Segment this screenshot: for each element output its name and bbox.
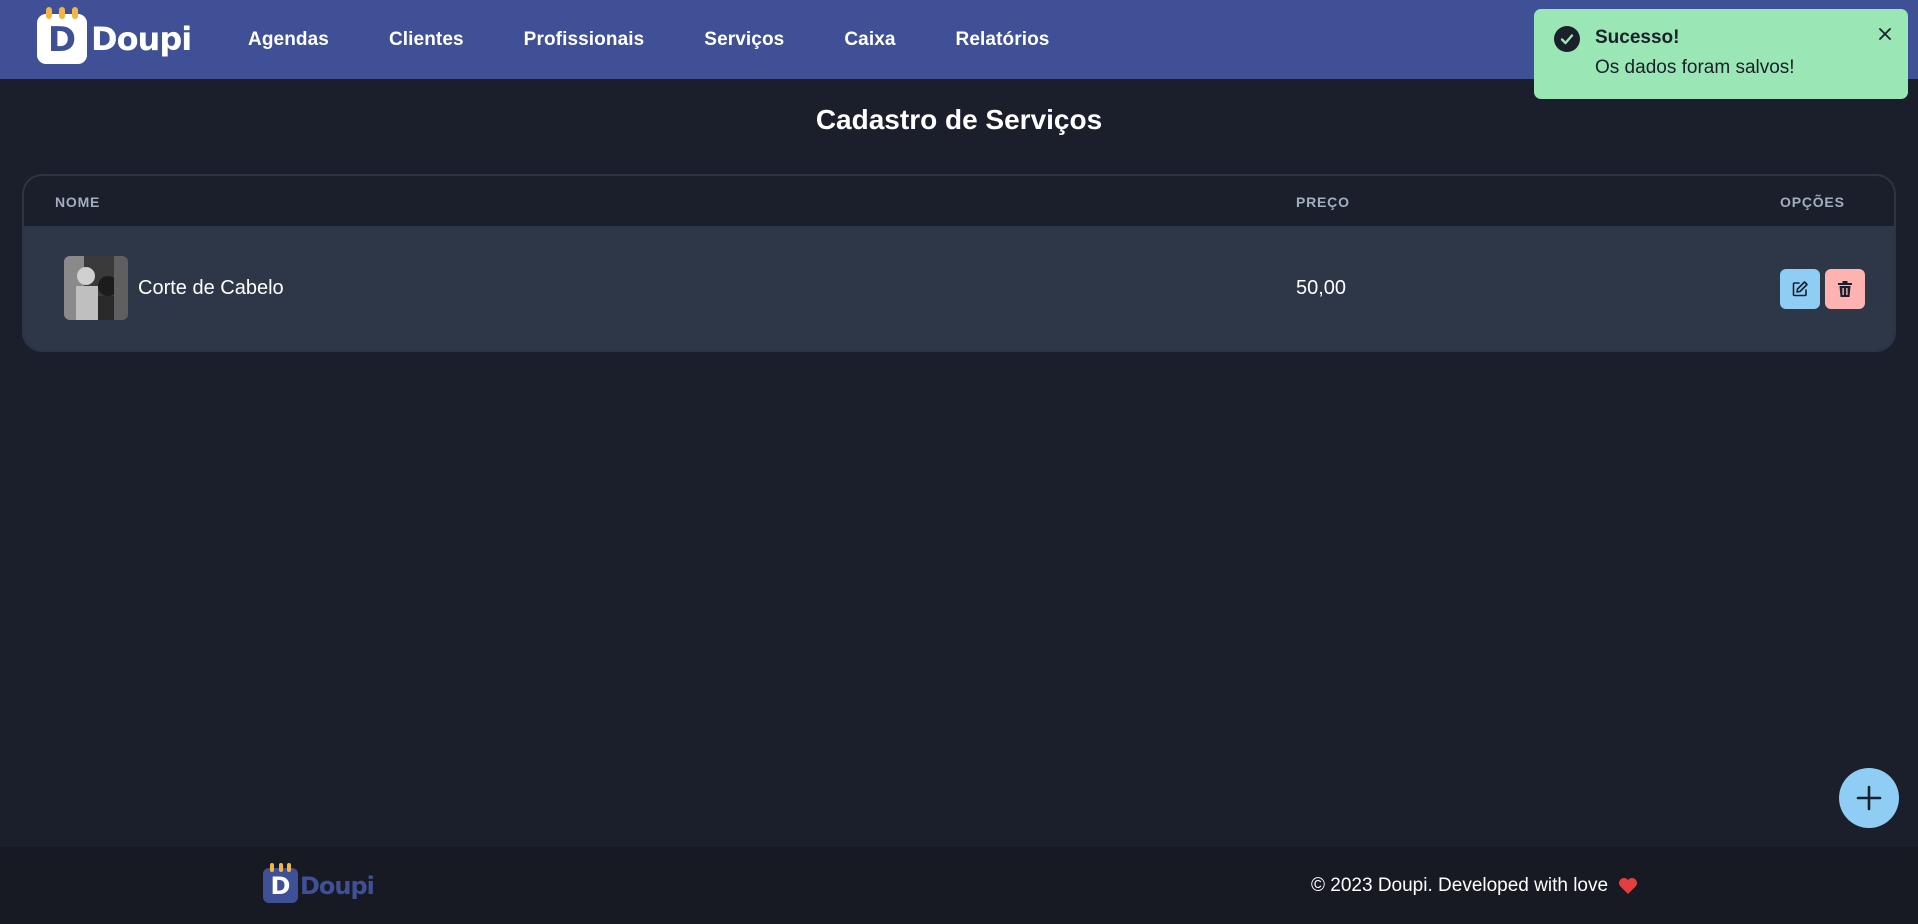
brand-logo[interactable]: D Doupi <box>37 7 192 65</box>
table-row[interactable]: Corte de Cabelo 50,00 <box>24 226 1894 350</box>
services-table: NOME PREÇO OPÇÕES Corte de Cabelo 50,00 <box>22 174 1896 352</box>
close-icon[interactable] <box>1872 21 1898 47</box>
success-toast: Sucesso! Os dados foram salvos! <box>1534 9 1908 99</box>
service-name: Corte de Cabelo <box>138 277 284 299</box>
nav-item-agendas[interactable]: Agendas <box>248 29 329 51</box>
plus-icon <box>1856 785 1882 811</box>
service-thumbnail <box>64 256 128 320</box>
toast-description: Os dados foram salvos! <box>1595 57 1795 78</box>
heart-icon <box>1618 877 1638 895</box>
trash-icon <box>1838 281 1852 297</box>
copyright-text: © 2023 Doupi. Developed with love <box>1311 875 1638 897</box>
brand-name: Doupi <box>91 20 192 58</box>
nav-links: Agendas Clientes Profissionais Serviços … <box>248 0 1109 79</box>
calendar-logo-icon: D <box>37 7 87 64</box>
nav-item-clientes[interactable]: Clientes <box>389 29 464 51</box>
footer-brand-name: Doupi <box>300 871 375 900</box>
edit-button[interactable] <box>1780 269 1820 309</box>
service-price: 50,00 <box>1296 277 1347 299</box>
toast-title: Sucesso! <box>1595 27 1680 48</box>
footer: D Doupi © 2023 Doupi. Developed with lov… <box>0 847 1918 924</box>
column-header-price: PREÇO <box>1296 194 1350 210</box>
page-title: Cadastro de Serviços <box>815 104 1103 135</box>
check-circle-icon <box>1554 26 1580 52</box>
column-header-options: OPÇÕES <box>1780 194 1845 210</box>
nav-item-profissionais[interactable]: Profissionais <box>524 29 645 51</box>
nav-item-servicos[interactable]: Serviços <box>704 29 784 51</box>
delete-button[interactable] <box>1825 269 1865 309</box>
edit-icon <box>1792 281 1808 297</box>
calendar-logo-icon: D <box>263 863 298 903</box>
column-header-name: NOME <box>55 194 101 210</box>
footer-logo: D Doupi <box>263 863 375 903</box>
nav-item-relatorios[interactable]: Relatórios <box>956 29 1050 51</box>
table-header: NOME PREÇO OPÇÕES <box>24 176 1894 226</box>
nav-item-caixa[interactable]: Caixa <box>844 29 895 51</box>
add-service-button[interactable] <box>1839 768 1899 828</box>
